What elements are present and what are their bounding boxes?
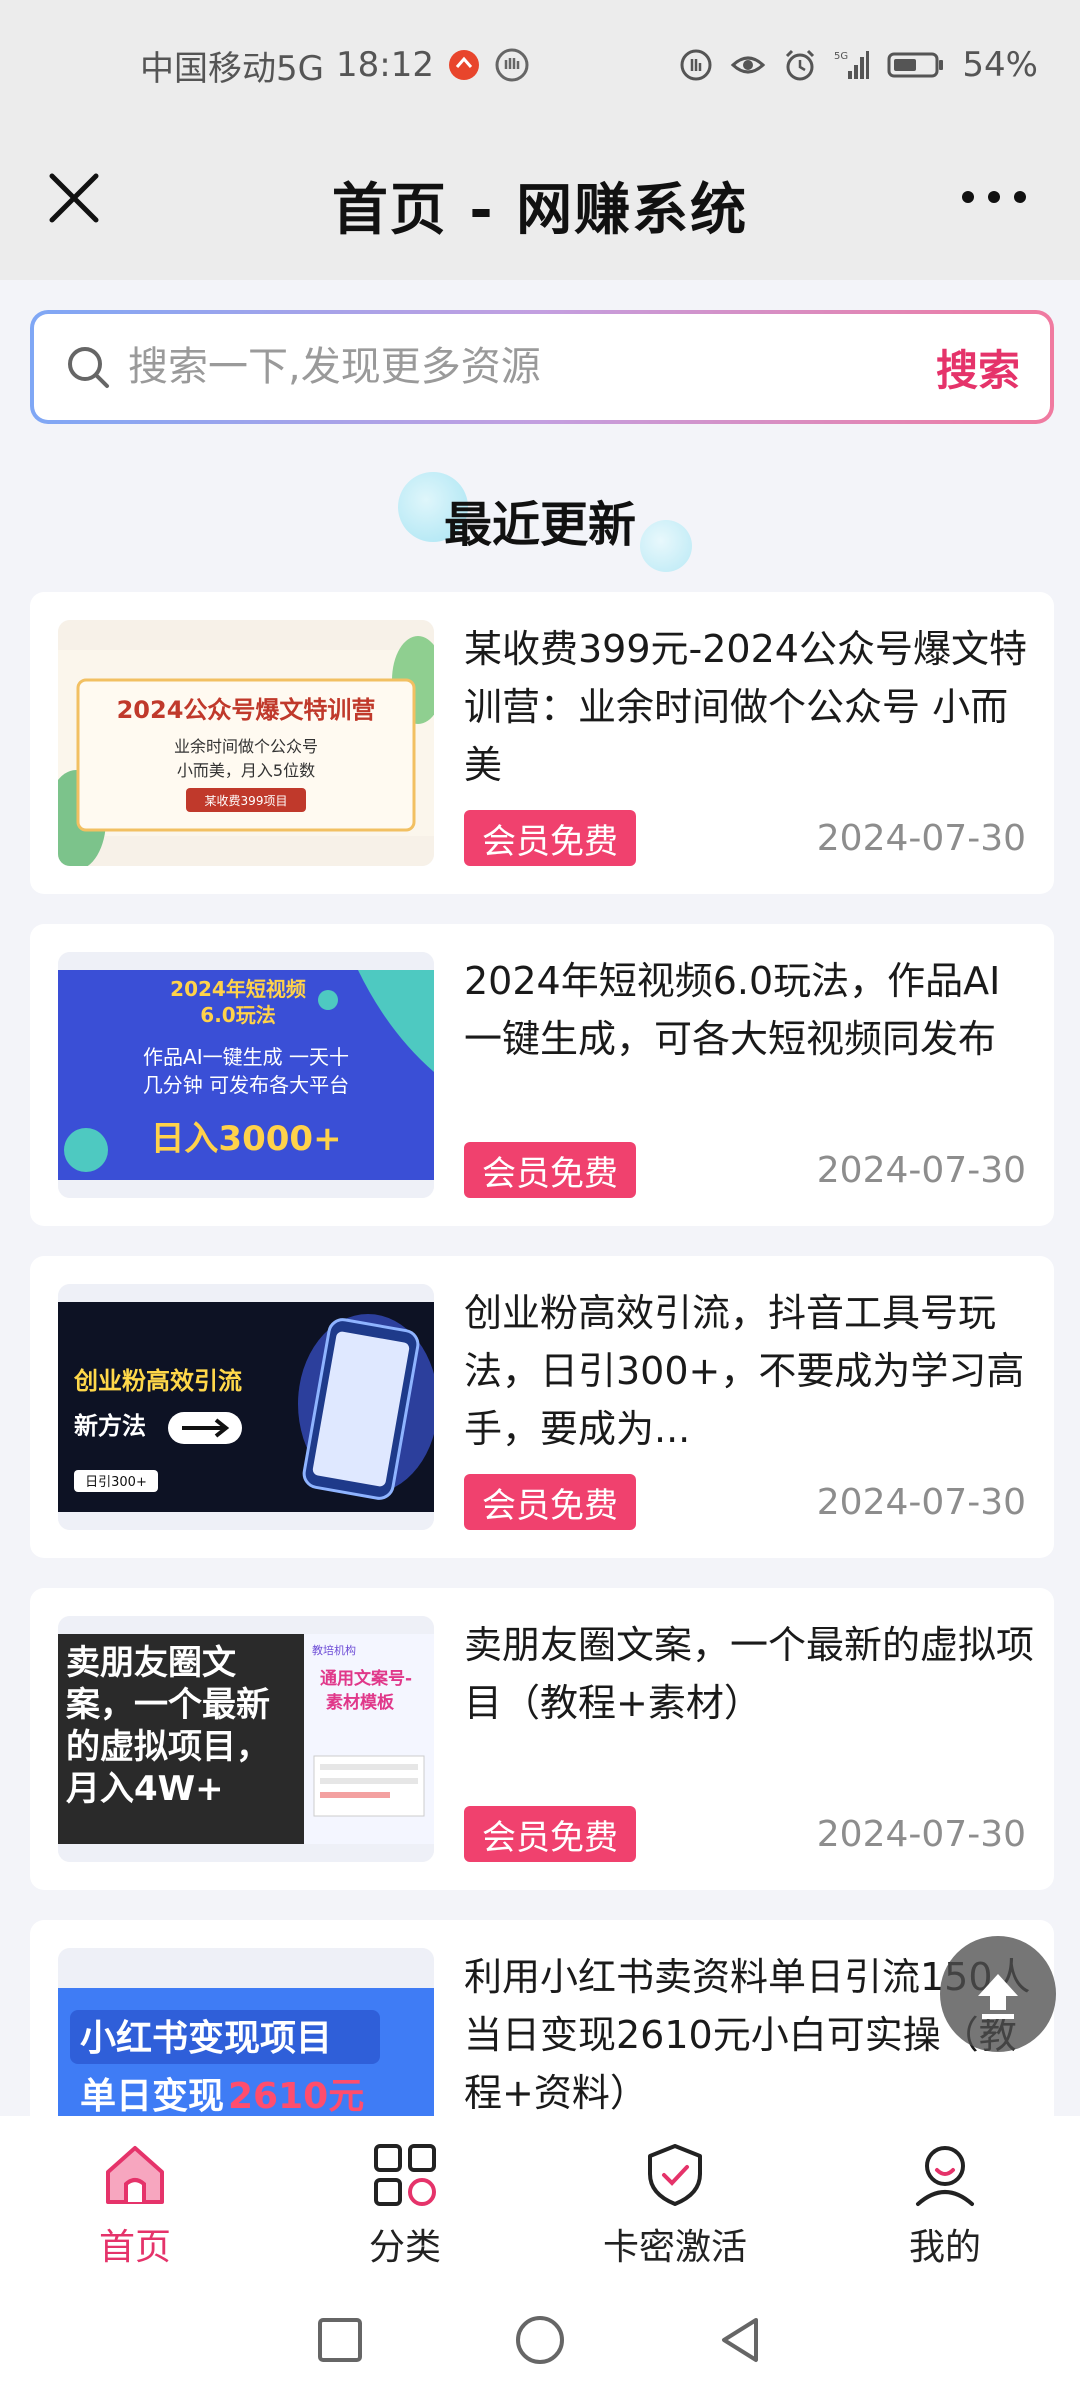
item-title[interactable]: 2024年短视频6.0玩法，作品AI一键生成，可各大短视频同发布 — [464, 952, 1034, 1068]
thumb-text: 通用文案号- — [320, 1668, 412, 1689]
thumb-text: 作品AI一键生成 一天十 — [143, 1045, 349, 1069]
tab-label: 卡密激活 — [602, 2227, 747, 2268]
item-title[interactable]: 某收费399元-2024公众号爆文特训营：业余时间做个公众号 小而美 — [464, 620, 1034, 794]
status-badge: 会员免费 — [464, 1474, 636, 1530]
item-date: 2024-07-30 — [816, 1814, 1026, 1855]
search-box: 搜索 — [34, 314, 1050, 420]
eye-comfort-icon — [731, 56, 766, 74]
thumb-text: 的虚拟项目， — [66, 1727, 270, 1767]
tab-category[interactable]: 分类 — [305, 2140, 505, 2270]
shield-check-icon — [648, 2144, 702, 2206]
status-badge: 会员免费 — [464, 810, 636, 866]
home-icon — [106, 2146, 164, 2204]
list-item[interactable]: 2024公众号爆文特训营 业余时间做个公众号 小而美，月入5位数 某收费399项… — [30, 592, 1054, 894]
close-icon[interactable] — [44, 168, 104, 228]
system-nav-bar — [0, 2280, 1080, 2400]
search-button[interactable]: 搜索 — [936, 337, 1020, 398]
item-title[interactable]: 卖朋友圈文案，一个最新的虚拟项目（教程+素材） — [464, 1616, 1034, 1732]
tab-mine[interactable]: 我的 — [845, 2140, 1045, 2270]
bottom-tab-bar: 首页 分类 卡密激活 我的 — [0, 2116, 1080, 2280]
item-thumbnail: 2024公众号爆文特训营 业余时间做个公众号 小而美，月入5位数 某收费399项… — [58, 620, 434, 866]
search-input[interactable] — [128, 344, 936, 390]
thumb-text: 创业粉高效引流 — [73, 1367, 242, 1395]
thumb-text: 2024年短视频 — [170, 977, 306, 1001]
thumb-text: 某收费399项目 — [205, 794, 288, 808]
tab-label: 分类 — [368, 2227, 441, 2268]
carrier-text: 中国移动5G — [140, 48, 324, 89]
item-thumbnail: 创业粉高效引流 新方法 日引300+ — [58, 1284, 434, 1530]
back-to-top-button[interactable] — [940, 1936, 1056, 2052]
status-badge: 会员免费 — [464, 1806, 636, 1862]
thumb-text: 新方法 — [74, 1412, 146, 1440]
tab-label: 我的 — [908, 2227, 981, 2268]
tab-card-activate[interactable]: 卡密激活 — [575, 2140, 775, 2270]
clock-text: 18:12 — [335, 45, 434, 85]
signal-icon: 5G — [834, 51, 870, 79]
page-title: 首页 - 网赚系统 — [331, 177, 749, 243]
thumb-text: 月入4W+ — [66, 1769, 224, 1809]
thumb-text: 案，一个最新 — [66, 1685, 270, 1725]
user-icon — [916, 2146, 974, 2206]
item-date: 2024-07-30 — [816, 818, 1026, 859]
svg-text:5G: 5G — [834, 51, 848, 62]
thumb-text: 几分钟 可发布各大平台 — [143, 1073, 349, 1097]
thumb-text: 单日变现 — [80, 2075, 224, 2117]
thumb-text: 业余时间做个公众号 — [174, 737, 318, 756]
section-title: 最近更新 — [443, 497, 636, 553]
thumb-text: 素材模板 — [326, 1692, 395, 1713]
hand-icon — [495, 48, 529, 82]
list-item[interactable]: 2024年短视频 6.0玩法 作品AI一键生成 一天十 几分钟 可发布各大平台 … — [30, 924, 1054, 1226]
app-notification-icon — [448, 50, 479, 80]
home-circle-icon[interactable] — [512, 2312, 568, 2368]
thumb-text: 小红书变现项目 — [80, 2017, 332, 2059]
arrow-up-icon — [978, 1974, 1018, 2019]
item-date: 2024-07-30 — [816, 1482, 1026, 1523]
alarm-icon — [786, 49, 815, 81]
item-title[interactable]: 创业粉高效引流，抖音工具号玩法，日引300+，不要成为学习高手，要成为... — [464, 1284, 1034, 1458]
category-icon — [374, 2144, 436, 2206]
status-bar: 中国移动5G 18:12 5G 54% — [0, 0, 1080, 130]
list-item[interactable]: 创业粉高效引流 新方法 日引300+ 创业粉高效引流，抖音工具号玩法，日引300… — [30, 1256, 1054, 1558]
thumb-text: 日引300+ — [85, 1475, 147, 1490]
item-thumbnail: 卖朋友圈文 案，一个最新 的虚拟项目， 月入4W+ 教培机构 通用文案号- 素材… — [58, 1616, 434, 1862]
data-saver-icon — [680, 49, 712, 81]
recent-apps-icon[interactable] — [312, 2312, 368, 2368]
tab-home[interactable]: 首页 — [35, 2140, 235, 2270]
thumb-text: 教培机构 — [312, 1643, 356, 1657]
thumb-text: 6.0玩法 — [200, 1003, 275, 1027]
thumb-text: 2024公众号爆文特训营 — [117, 696, 376, 724]
search-bar: 搜索 — [30, 310, 1054, 424]
section-header: 最近更新 — [0, 460, 1080, 580]
item-date: 2024-07-30 — [816, 1150, 1026, 1191]
nav-bar: 首页 - 网赚系统 — [0, 130, 1080, 280]
thumb-text: 小而美，月入5位数 — [177, 761, 315, 780]
tab-label: 首页 — [98, 2227, 171, 2268]
thumb-text: 2610元 — [228, 2076, 364, 2117]
thumb-text: 日入3000+ — [150, 1119, 341, 1159]
back-icon[interactable] — [712, 2312, 768, 2368]
battery-percent: 54% — [962, 45, 1038, 85]
search-icon — [68, 347, 109, 388]
list-item[interactable]: 卖朋友圈文 案，一个最新 的虚拟项目， 月入4W+ 教培机构 通用文案号- 素材… — [30, 1588, 1054, 1890]
thumb-text: 卖朋友圈文 — [66, 1643, 236, 1683]
more-icon[interactable] — [958, 182, 1030, 212]
status-badge: 会员免费 — [464, 1142, 636, 1198]
item-thumbnail: 2024年短视频 6.0玩法 作品AI一键生成 一天十 几分钟 可发布各大平台 … — [58, 952, 434, 1198]
battery-icon — [887, 52, 944, 78]
